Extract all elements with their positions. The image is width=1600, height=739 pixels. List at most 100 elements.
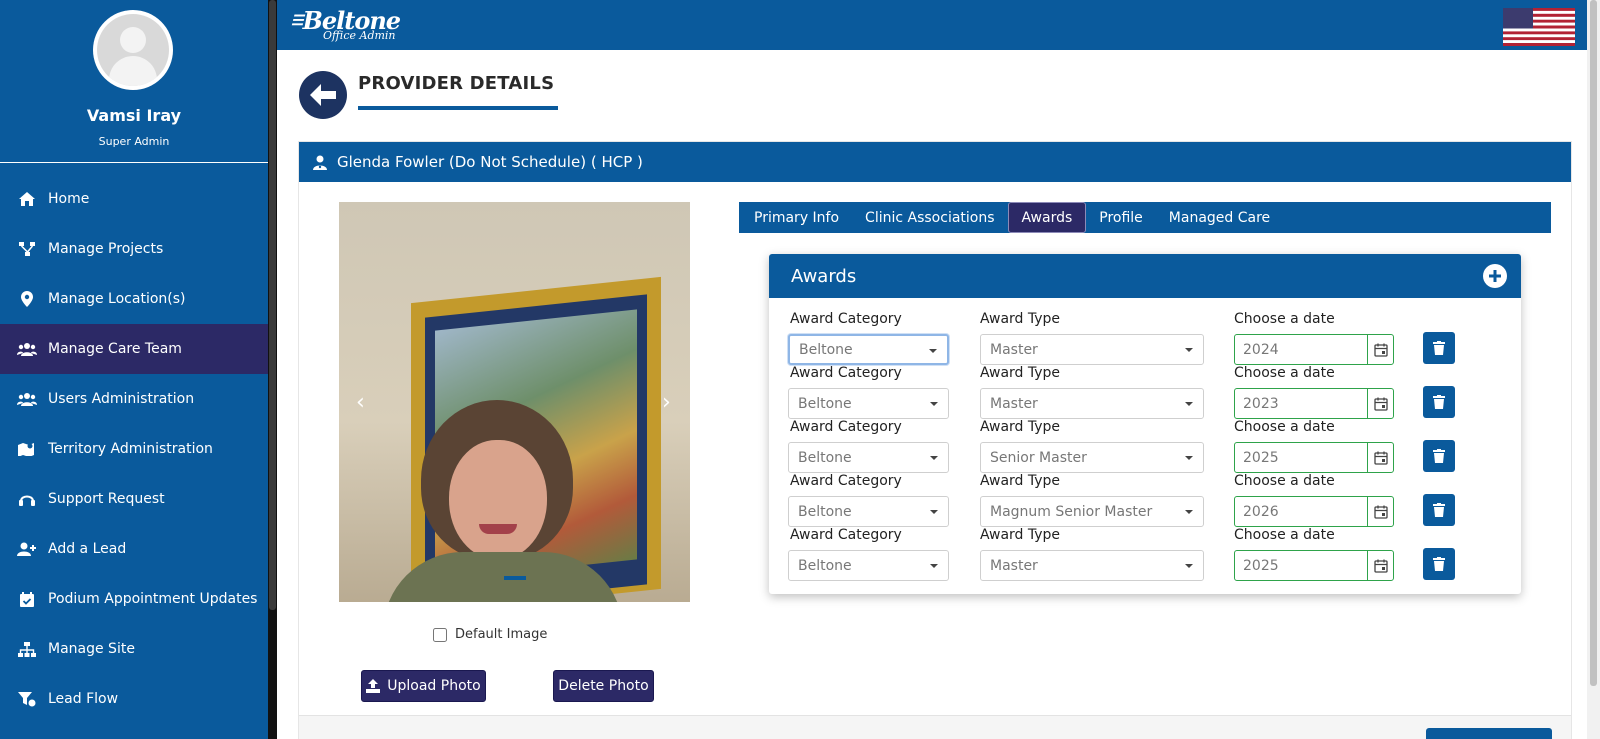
upload-photo-button[interactable]: Upload Photo [361, 670, 486, 702]
award-category-select[interactable]: Beltone [788, 388, 949, 419]
trash-icon [1433, 341, 1445, 355]
delete-award-button[interactable] [1423, 332, 1455, 364]
tab-primary-info[interactable]: Primary Info [741, 202, 852, 233]
sidebar-item-label: Add a Lead [48, 541, 127, 557]
award-type-select[interactable]: Senior Master [980, 442, 1204, 473]
award-row: Award Category Award Type Choose a date … [769, 527, 1521, 582]
tab-profile[interactable]: Profile [1086, 202, 1156, 233]
award-date-input[interactable]: 2023 [1234, 388, 1394, 419]
award-type-select[interactable]: Master [980, 388, 1204, 419]
users-icon [16, 392, 38, 406]
us-flag-icon[interactable] [1503, 8, 1575, 46]
avatar [93, 10, 173, 90]
trash-icon [1433, 557, 1445, 571]
sidebar-item-add-a-lead[interactable]: Add a Lead [0, 524, 268, 574]
sidebar-item-label: Users Administration [48, 391, 195, 407]
tab-awards[interactable]: Awards [1007, 202, 1087, 233]
choose-date-label: Choose a date [1234, 527, 1335, 543]
tab-clinic-associations[interactable]: Clinic Associations [852, 202, 1007, 233]
award-category-label: Award Category [790, 365, 902, 381]
award-category-value: Beltone [798, 449, 852, 466]
carousel-prev-icon[interactable]: ‹ [356, 390, 365, 415]
carousel-next-icon[interactable]: › [662, 390, 671, 415]
user-name: Vamsi Iray [86, 106, 182, 125]
delete-photo-label: Delete Photo [558, 678, 649, 694]
location-pin-icon [16, 291, 38, 307]
sidebar-item-support-request[interactable]: Support Request [0, 474, 268, 524]
sidebar-divider [0, 162, 268, 163]
provider-name: Glenda Fowler (Do Not Schedule) ( HCP ) [337, 153, 643, 171]
award-date-input[interactable]: 2025 [1234, 442, 1394, 473]
delete-award-button[interactable] [1423, 386, 1455, 418]
calendar-icon[interactable] [1367, 335, 1393, 364]
top-bar: ☰Beltone Office Admin [277, 0, 1587, 50]
award-category-select[interactable]: Beltone [788, 496, 949, 527]
default-image-checkbox[interactable] [433, 627, 447, 642]
save-changes-button[interactable] [1426, 728, 1552, 739]
sidebar-item-home[interactable]: Home [0, 174, 268, 224]
delete-photo-button[interactable]: Delete Photo [553, 670, 654, 702]
sidebar-item-label: Support Request [48, 491, 165, 507]
choose-date-label: Choose a date [1234, 365, 1335, 381]
user-plus-icon [16, 542, 38, 556]
default-image-label: Default Image [455, 627, 548, 642]
calendar-icon[interactable] [1367, 443, 1393, 472]
sidebar-scrollbar[interactable] [268, 0, 277, 739]
upload-photo-label: Upload Photo [387, 678, 481, 694]
award-row: Award Category Award Type Choose a date … [769, 365, 1521, 420]
user-role: Super Admin [98, 135, 170, 148]
award-date-value: 2025 [1243, 557, 1279, 574]
sidebar-item-manage-locations[interactable]: Manage Location(s) [0, 274, 268, 324]
users-icon [16, 342, 38, 356]
award-row: Award Category Award Type Choose a date … [769, 473, 1521, 528]
page-scrollbar[interactable] [1587, 0, 1600, 739]
award-type-select[interactable]: Magnum Senior Master [980, 496, 1204, 527]
sitemap-icon [16, 641, 38, 657]
award-date-input[interactable]: 2024 [1234, 334, 1394, 365]
award-row: Award Category Award Type Choose a date … [769, 419, 1521, 474]
calendar-icon[interactable] [1367, 389, 1393, 418]
award-date-input[interactable]: 2025 [1234, 550, 1394, 581]
sidebar-item-manage-care-team[interactable]: Manage Care Team [0, 324, 268, 374]
award-type-label: Award Type [980, 473, 1061, 489]
sidebar-item-label: Lead Flow [48, 691, 119, 707]
tab-managed-care[interactable]: Managed Care [1156, 202, 1283, 233]
award-date-value: 2023 [1243, 395, 1279, 412]
award-type-select[interactable]: Master [980, 550, 1204, 581]
award-type-label: Award Type [980, 419, 1061, 435]
award-category-select[interactable]: Beltone [788, 442, 949, 473]
award-date-input[interactable]: 2026 [1234, 496, 1394, 527]
award-category-select[interactable]: Beltone [788, 550, 949, 581]
award-category-select[interactable]: Beltone [788, 334, 949, 365]
sidebar-item-manage-site[interactable]: Manage Site [0, 624, 268, 674]
page-title: PROVIDER DETAILS [358, 73, 555, 94]
award-type-value: Master [990, 395, 1038, 412]
provider-photo [339, 202, 690, 602]
award-type-value: Senior Master [990, 449, 1087, 466]
award-type-value: Magnum Senior Master [990, 503, 1153, 520]
plus-icon [1489, 270, 1501, 282]
calendar-icon[interactable] [1367, 497, 1393, 526]
sidebar-item-lead-flow[interactable]: Lead Flow [0, 674, 268, 724]
delete-award-button[interactable] [1423, 548, 1455, 580]
sidebar-item-manage-projects[interactable]: Manage Projects [0, 224, 268, 274]
brand-logo[interactable]: ☰Beltone Office Admin [291, 6, 401, 42]
carousel-indicator[interactable] [504, 576, 526, 580]
award-category-value: Beltone [798, 395, 852, 412]
sidebar-item-territory-administration[interactable]: Territory Administration [0, 424, 268, 474]
awards-title: Awards [791, 265, 857, 287]
default-image-option[interactable]: Default Image [433, 627, 547, 642]
award-category-value: Beltone [799, 341, 853, 358]
arrow-left-icon [310, 84, 336, 106]
sidebar-item-users-administration[interactable]: Users Administration [0, 374, 268, 424]
sidebar-item-label: Manage Site [48, 641, 135, 657]
calendar-icon[interactable] [1367, 551, 1393, 580]
brand-sub: Office Admin [323, 29, 396, 42]
sidebar-item-podium-appointment-updates[interactable]: Podium Appointment Updates [0, 574, 268, 624]
back-button[interactable] [299, 71, 347, 119]
add-award-button[interactable] [1483, 264, 1507, 288]
award-type-select[interactable]: Master [980, 334, 1204, 365]
award-row: Award Category Award Type Choose a date … [769, 311, 1521, 366]
delete-award-button[interactable] [1423, 494, 1455, 526]
delete-award-button[interactable] [1423, 440, 1455, 472]
